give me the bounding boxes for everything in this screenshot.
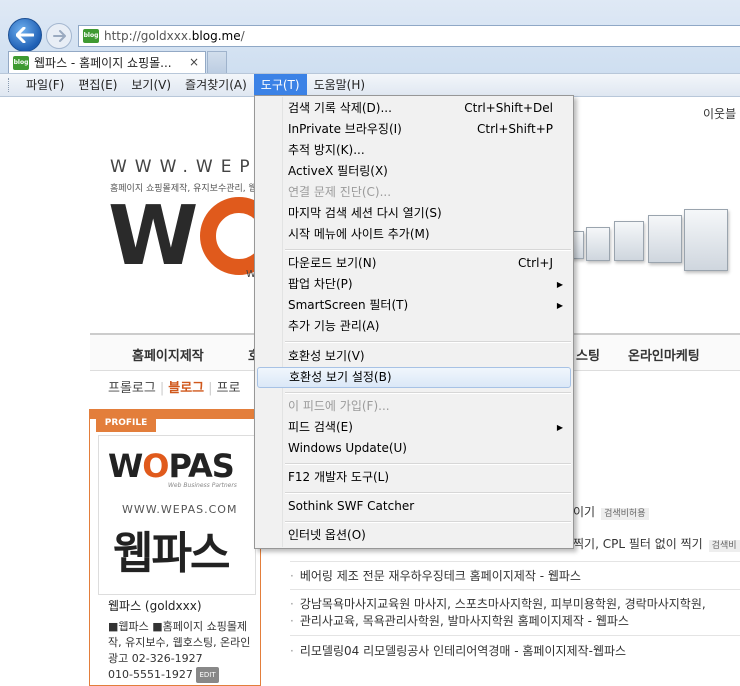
menu-item-popup-blocker[interactable]: 팝업 차단(P) ▶ [257,274,571,295]
profile-name[interactable]: 웹파스 (goldxxx) [108,597,202,614]
menu-item-delete-history[interactable]: 검색 기록 삭제(D)... Ctrl+Shift+Del [257,98,571,119]
subnav-blog[interactable]: 블로그 [168,381,204,396]
subnav-separator: | [159,381,165,396]
menubar-grip [8,78,11,92]
menu-item-internet-options[interactable]: 인터넷 옵션(O) [257,525,571,546]
tab-title: 웹파스 - 홈페이지 쇼핑몰... [34,56,172,70]
bullet-icon: · [290,597,294,611]
site-nav-item[interactable]: 온라인마케팅 [628,345,700,364]
arrow-left-icon [16,27,34,43]
profile-description: ■웹파스 ■홈페이지 쇼핑몰제작, 유지보수, 웹호스팅, 온라인광고 02-3… [108,620,251,683]
profile-korean-name: 웹파스 [113,528,230,579]
edit-button[interactable]: EDIT [196,667,219,683]
bullet-icon: · [290,614,294,628]
menu-edit[interactable]: 편집(E) [71,74,124,96]
menu-item-diagnose-connection: 연결 문제 진단(C)... [288,185,392,199]
profile-logo-subtitle: Web Business Partners [168,482,237,489]
menu-file[interactable]: 파일(F) [19,74,71,96]
forward-button[interactable] [46,23,72,49]
portfolio-thumbnail [648,215,682,263]
post-separator [290,589,740,590]
post-snippet[interactable]: 이기 검색비허용 [573,503,649,520]
blog-subnav: 프롤로그 | 블로그 | 프로 [108,377,240,396]
portfolio-thumbnail [586,227,610,261]
menu-item-activex-filtering[interactable]: ActiveX 필터링(X) [257,161,571,182]
menu-separator [285,463,571,465]
browser-tab[interactable]: blog 웹파스 - 홈페이지 쇼핑몰... × [8,51,206,73]
neighbor-blog-link[interactable]: 이웃블 [703,105,736,122]
post-link[interactable]: · 베어링 제조 전문 재우하우징테크 홈페이지제작 - 웹파스 [290,567,581,584]
menu-tools[interactable]: 도구(T) [253,74,307,96]
search-disallowed-badge: 검색비 [708,540,740,552]
tab-favicon-icon: blog [13,55,29,70]
profile-website: WWW.WEPAS.COM [122,503,238,516]
portfolio-thumbnails [570,205,740,285]
menu-item-windows-update[interactable]: Windows Update(U) [257,438,571,459]
subnav-third[interactable]: 프로 [217,381,241,396]
menu-help[interactable]: 도움말(H) [307,74,373,96]
submenu-arrow-icon: ▶ [556,280,563,289]
menu-item-view-downloads[interactable]: 다운로드 보기(N) Ctrl+J [257,253,571,274]
menu-item-feed-discovery[interactable]: 피드 검색(E) ▶ [257,417,571,438]
menu-separator [285,492,571,494]
arrow-right-icon [52,30,66,42]
menu-item-subscribe-feed: 이 피드에 가입(F)... [288,399,390,413]
post-link[interactable]: · 강남목욕마사지교육원 마사지, 스포츠마사지학원, 피부미용학원, 경락마사지… [290,595,706,612]
menu-favorites[interactable]: 즐겨찾기(A) [178,74,254,96]
post-link[interactable]: · 리모델링04 리모델링공사 인테리어역경매 - 홈페이지제작-웹파스 [290,642,626,659]
menu-item-compat-view-settings[interactable]: 호환성 보기 설정(B) [257,367,571,388]
menu-item-reopen-session[interactable]: 마지막 검색 세션 다시 열기(S) [257,203,571,224]
new-tab-button[interactable] [207,51,227,73]
menu-item-developer-tools[interactable]: F12 개발자 도구(L) [257,467,571,488]
subnav-prologue[interactable]: 프롤로그 [108,381,156,396]
site-www-text: WWW.WEPA [110,157,277,177]
site-logo-w: W [108,189,198,284]
menu-separator [285,392,571,394]
menu-item-swf-catcher[interactable]: Sothink SWF Catcher [257,496,571,517]
site-nav-item[interactable]: 스팅 [576,345,600,364]
post-separator [290,635,740,636]
menu-separator [285,521,571,523]
bullet-icon: · [290,569,294,583]
profile-logo: WOPAS [108,447,235,485]
address-bar[interactable]: blog http://goldxxx.blog.me/ [78,25,740,47]
menu-item-compat-view[interactable]: 호환성 보기(V) [257,346,571,367]
site-nav-item[interactable]: 홈페이지제작 [132,345,204,364]
bullet-icon: · [290,644,294,658]
browser-chrome: blog http://goldxxx.blog.me/ blog 웹파스 - … [0,0,740,97]
address-url[interactable]: http://goldxxx.blog.me/ [104,29,245,43]
menu-item-manage-addons[interactable]: 추가 기능 관리(A) [257,316,571,337]
post-separator [290,561,740,562]
close-tab-icon[interactable]: × [189,55,199,69]
menu-separator [285,341,571,343]
post-link-continued[interactable]: · 관리사교육, 목욕관리사학원, 발마사지학원 홈페이지제작 - 웹파스 [290,612,629,629]
menu-item-smartscreen[interactable]: SmartScreen 필터(T) ▶ [257,295,571,316]
back-button[interactable] [8,18,42,52]
menu-bar: 파일(F) 편집(E) 보기(V) 즐겨찾기(A) 도구(T) 도움말(H) [0,73,740,97]
submenu-arrow-icon: ▶ [556,301,563,310]
portfolio-thumbnail [614,221,644,261]
menu-item-inprivate[interactable]: InPrivate 브라우징(I) Ctrl+Shift+P [257,119,571,140]
menu-separator [285,249,571,251]
search-disallowed-badge: 검색비허용 [601,508,649,520]
menu-view[interactable]: 보기(V) [124,74,178,96]
menu-item-tracking-protection[interactable]: 추적 방지(K)... [257,140,571,161]
profile-tab-label: PROFILE [96,414,156,432]
profile-phone: 010-5551-1927 [108,668,193,681]
portfolio-thumbnail [684,209,728,271]
site-favicon-icon: blog [83,29,99,43]
tools-menu-dropdown: 검색 기록 삭제(D)... Ctrl+Shift+Del InPrivate 브… [254,95,574,549]
menu-item-add-to-start[interactable]: 시작 메뉴에 사이트 추가(M) [257,224,571,245]
subnav-separator: | [208,381,213,396]
submenu-arrow-icon: ▶ [556,423,563,432]
post-snippet[interactable]: 찍기, CPL 필터 없이 찍기 검색비 [573,535,740,552]
